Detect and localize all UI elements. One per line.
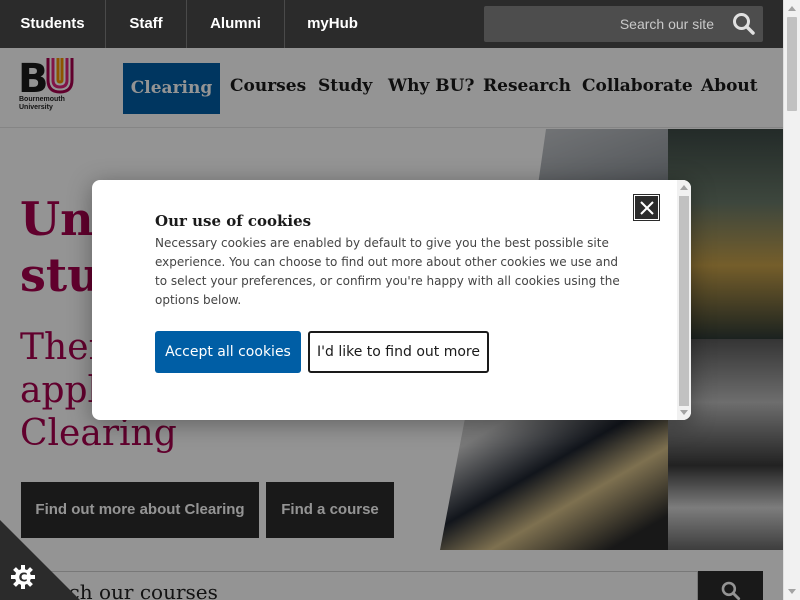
scroll-up-arrow[interactable] — [788, 6, 796, 11]
close-icon — [640, 201, 654, 215]
cookie-dialog-body: Necessary cookies are enabled by default… — [155, 236, 620, 307]
cookie-dialog: Our use of cookies Necessary cookies are… — [92, 180, 691, 420]
scroll-down-arrow[interactable] — [680, 410, 688, 415]
scroll-up-arrow[interactable] — [680, 185, 688, 190]
nav-alumni[interactable]: Alumni — [187, 0, 284, 48]
close-button[interactable] — [633, 194, 660, 221]
nav-students[interactable]: Students — [0, 0, 105, 48]
site-search-input[interactable] — [484, 6, 724, 42]
accept-all-cookies-button[interactable]: Accept all cookies — [155, 331, 301, 373]
cookie-settings-icon: C — [11, 565, 35, 589]
cookie-dialog-title: Our use of cookies — [155, 212, 312, 230]
svg-text:C: C — [19, 571, 28, 585]
nav-staff[interactable]: Staff — [106, 0, 186, 48]
nav-myhub[interactable]: myHub — [285, 0, 380, 48]
scrollbar-thumb[interactable] — [679, 196, 689, 406]
search-icon[interactable] — [731, 11, 757, 37]
find-out-more-button[interactable]: I'd like to find out more — [308, 331, 489, 373]
page-scrollbar[interactable] — [783, 0, 800, 600]
site-search — [484, 6, 763, 42]
dialog-scrollbar[interactable] — [677, 180, 691, 420]
scrollbar-thumb[interactable] — [787, 17, 797, 111]
audience-bar: Students Staff Alumni myHub — [0, 0, 800, 48]
scroll-down-arrow[interactable] — [788, 589, 796, 594]
